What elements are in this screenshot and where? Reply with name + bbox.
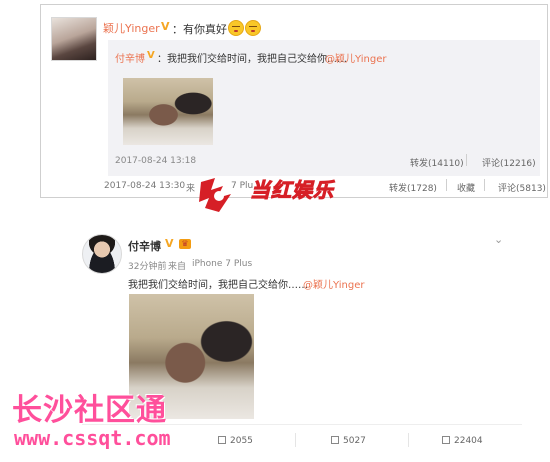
author-name-link[interactable]: 付辛博 (128, 238, 161, 254)
repost-button[interactable]: 2055 (218, 436, 253, 446)
repost-count: 2055 (230, 436, 253, 446)
source-label: 来 (186, 184, 196, 194)
watermark-logo-icon (199, 178, 231, 212)
like-button[interactable]: 22404 (442, 436, 483, 446)
thumbs-up-icon (442, 436, 450, 444)
comment-button[interactable]: 5027 (331, 436, 366, 446)
post-timestamp[interactable]: 32分钟前 (128, 259, 166, 272)
divider (408, 433, 409, 447)
repost-link[interactable]: 转发(1728) (389, 181, 437, 194)
repost-icon (218, 436, 226, 444)
member-crown-icon: ♛ (179, 239, 191, 249)
quoted-author-link[interactable]: 付辛博 (115, 50, 145, 65)
author-name-link[interactable]: 颖儿Yinger (103, 20, 160, 36)
favorite-link[interactable]: 收藏 (457, 181, 475, 194)
verified-badge-icon: V (147, 50, 155, 61)
comment-count: 5027 (343, 436, 366, 446)
quoted-repost-link[interactable]: 转发(14110) (410, 156, 464, 169)
divider (466, 154, 467, 166)
source-device: iPhone 7 Plus (192, 259, 253, 269)
verified-badge-icon: V (161, 20, 170, 33)
mention-link[interactable]: @颖儿Yinger (303, 276, 364, 291)
divider (484, 179, 485, 191)
smiling-face-icon (228, 20, 244, 36)
quoted-comment-link[interactable]: 评论(12216) (482, 156, 536, 169)
quoted-text: ：我把我们交给时间，我把自己交给你…… (157, 54, 347, 65)
post-text: 我把我们交给时间，我把自己交给你…… (128, 280, 308, 291)
divider (446, 179, 447, 191)
quoted-timestamp[interactable]: 2017-08-24 13:18 (115, 156, 196, 166)
post-text: ：有你真好 (172, 20, 261, 37)
watermark-text: 当红娱乐 (250, 178, 334, 203)
comment-link[interactable]: 评论(5813) (498, 181, 546, 194)
like-count: 22404 (454, 436, 483, 446)
smiling-face-icon (245, 20, 261, 36)
post-photo[interactable] (123, 78, 213, 145)
comment-icon (331, 436, 339, 444)
watermark-url: www.cssqt.com (14, 426, 171, 450)
avatar[interactable] (82, 234, 122, 274)
source-label: 来自 (168, 262, 187, 272)
divider (295, 433, 296, 447)
mention-link[interactable]: @颖儿Yinger (325, 50, 386, 65)
avatar[interactable] (51, 17, 97, 61)
post-text-body: ：有你真好 (172, 23, 227, 36)
chevron-down-icon[interactable]: ⌄ (494, 233, 503, 246)
post-timestamp[interactable]: 2017-08-24 13:30 (104, 181, 185, 191)
watermark-text: 长沙社区通 (12, 393, 167, 428)
verified-badge-icon: V (165, 237, 174, 250)
